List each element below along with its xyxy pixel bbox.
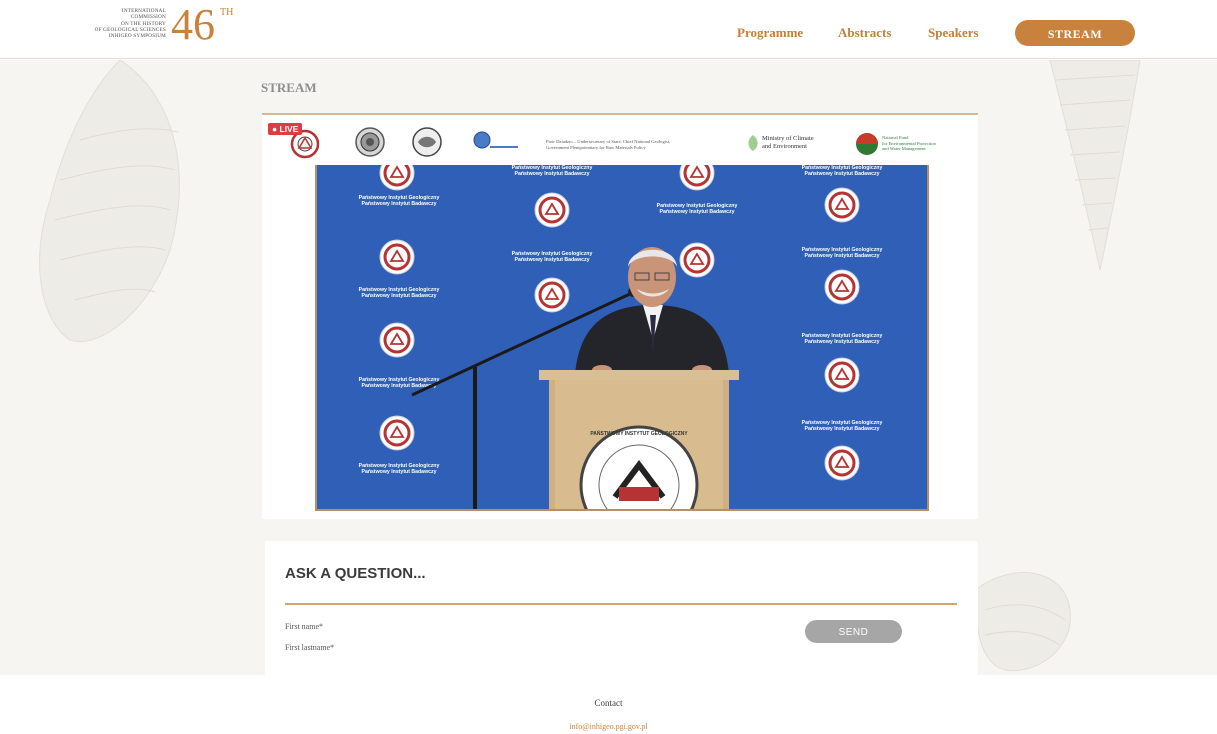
ministry-text: Ministry of Climate and Environment [762, 135, 814, 150]
sponsor-text-line: Government Plenipotentiary for Raw Mater… [546, 144, 646, 150]
send-button[interactable]: SEND [805, 620, 902, 643]
nav-abstracts[interactable]: Abstracts [838, 25, 891, 41]
footer-contact: Contact [594, 698, 623, 708]
ministry-leaf-icon [748, 135, 758, 151]
first-name-field[interactable]: First name* [285, 622, 323, 631]
society-seal-icon [412, 127, 442, 157]
heading-divider [285, 603, 957, 605]
nav-speakers[interactable]: Speakers [928, 25, 979, 41]
page-title: STREAM [261, 80, 317, 95]
decorative-shell-left [39, 60, 180, 342]
fund-text: National Fund for Environmental Protecti… [882, 135, 936, 152]
logo-number: 46 [171, 0, 215, 49]
university-seal-icon [355, 127, 385, 157]
sponsor-logo-bar: ● LIVE Piotr Dziadzio – Undersecretary o… [262, 115, 978, 165]
last-name-field[interactable]: First lastname* [285, 643, 334, 652]
video-scene: Państwowy Instytut Geologiczny Państwowy… [315, 165, 929, 511]
question-heading: ASK A QUESTION... [285, 565, 426, 582]
ministry-line: Ministry of Climate [762, 135, 814, 142]
fund-logo-icon [856, 133, 878, 155]
symposium-logo[interactable]: INTERNATIONAL COMMISSION ON THE HISTORY … [58, 0, 238, 56]
fund-line: and Water Management [882, 146, 926, 151]
footer-email-link[interactable]: info@inhigeo.pgi.gov.pl [0, 722, 1217, 731]
speaker-scene [411, 247, 739, 509]
decorative-shell-right [1049, 60, 1141, 271]
sponsor-text: Piotr Dziadzio – Undersecretary of State… [546, 139, 716, 150]
decorative-shell-bottom-right [975, 572, 1071, 672]
logo-text: INTERNATIONAL COMMISSION ON THE HISTORY … [58, 8, 166, 39]
video-player[interactable]: ● LIVE Piotr Dziadzio – Undersecretary o… [262, 113, 978, 519]
globe-logo-icon [473, 131, 518, 149]
podium-seal-text: PAŃSTWOWY INSTYTUT GEOLOGICZNY [590, 431, 688, 437]
nav-programme[interactable]: Programme [737, 25, 803, 41]
stream-button[interactable]: STREAM [1015, 20, 1135, 46]
site-header: INTERNATIONAL COMMISSION ON THE HISTORY … [0, 0, 1217, 59]
ministry-line: and Environment [762, 142, 807, 150]
ask-question-card: ASK A QUESTION... First name* First last… [265, 541, 978, 675]
live-badge: ● LIVE [268, 123, 303, 135]
logo-line: INHIGEO SYMPOSIUM [108, 33, 166, 40]
logo-superscript: TH [220, 7, 234, 18]
